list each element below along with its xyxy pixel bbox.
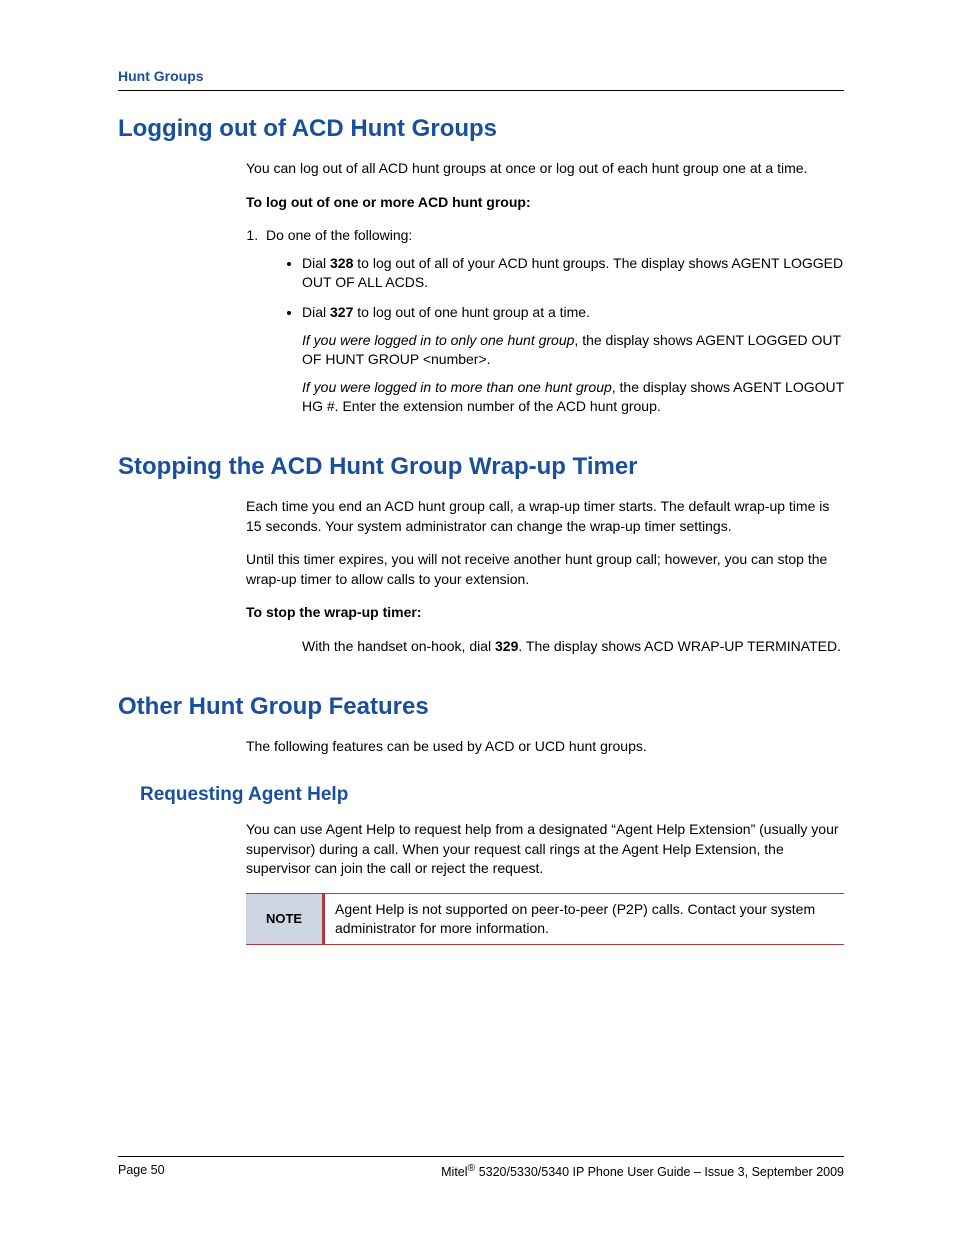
dial-code: 329 (495, 638, 518, 654)
heading-wrapup: Stopping the ACD Hunt Group Wrap-up Time… (118, 453, 844, 481)
body-other: The following features can be used by AC… (246, 737, 844, 757)
list-item: Dial 328 to log out of all of your ACD h… (302, 254, 844, 293)
conditional-paragraph: If you were logged in to more than one h… (302, 378, 844, 417)
section-other: Other Hunt Group Features The following … (118, 693, 844, 945)
note-text: Agent Help is not supported on peer-to-p… (325, 894, 844, 944)
footer-doc-title: Mitel® 5320/5330/5340 IP Phone User Guid… (441, 1163, 844, 1179)
document-page: Hunt Groups Logging out of ACD Hunt Grou… (0, 0, 954, 1235)
emphasis: If you were logged in to only one hunt g… (302, 332, 574, 348)
heading-other: Other Hunt Group Features (118, 693, 844, 721)
note-box: NOTE Agent Help is not supported on peer… (246, 893, 844, 945)
list-item: Dial 327 to log out of one hunt group at… (302, 303, 844, 417)
paragraph: You can log out of all ACD hunt groups a… (246, 159, 844, 179)
body-wrapup: Each time you end an ACD hunt group call… (246, 497, 844, 657)
howto-label: To log out of one or more ACD hunt group… (246, 193, 844, 213)
section-logout: Logging out of ACD Hunt Groups You can l… (118, 115, 844, 417)
text-run: . The display shows ACD WRAP-UP TERMINAT… (518, 638, 841, 654)
conditional-paragraph: If you were logged in to only one hunt g… (302, 331, 844, 370)
body-logout: You can log out of all ACD hunt groups a… (246, 159, 844, 417)
howto-label: To stop the wrap-up timer: (246, 603, 844, 623)
body-agent-help: You can use Agent Help to request help f… (246, 820, 844, 945)
paragraph: The following features can be used by AC… (246, 737, 844, 757)
list-item: Do one of the following: Dial 328 to log… (262, 226, 844, 417)
paragraph: You can use Agent Help to request help f… (246, 820, 844, 879)
page-footer: Page 50 Mitel® 5320/5330/5340 IP Phone U… (118, 1156, 844, 1179)
heading-logout: Logging out of ACD Hunt Groups (118, 115, 844, 143)
instruction-line: With the handset on-hook, dial 329. The … (302, 637, 844, 657)
text-run: With the handset on-hook, dial (302, 638, 495, 654)
dial-code: 327 (330, 304, 353, 320)
bullet-list: Dial 328 to log out of all of your ACD h… (302, 254, 844, 417)
dial-code: 328 (330, 255, 353, 271)
running-head: Hunt Groups (118, 68, 844, 91)
text-run: Mitel (441, 1165, 467, 1179)
ordered-list: Do one of the following: Dial 328 to log… (262, 226, 844, 417)
note-label: NOTE (246, 894, 325, 944)
paragraph: Each time you end an ACD hunt group call… (246, 497, 844, 536)
step-text: Do one of the following: (266, 227, 412, 243)
footer-page-number: Page 50 (118, 1163, 165, 1179)
emphasis: If you were logged in to more than one h… (302, 379, 612, 395)
subheading-agent-help: Requesting Agent Help (140, 784, 844, 806)
section-wrapup: Stopping the ACD Hunt Group Wrap-up Time… (118, 453, 844, 657)
text-run: to log out of one hunt group at a time. (353, 304, 590, 320)
paragraph: Until this timer expires, you will not r… (246, 550, 844, 589)
text-run: to log out of all of your ACD hunt group… (302, 255, 843, 291)
text-run: Dial (302, 304, 330, 320)
text-run: 5320/5330/5340 IP Phone User Guide – Iss… (475, 1165, 844, 1179)
text-run: Dial (302, 255, 330, 271)
